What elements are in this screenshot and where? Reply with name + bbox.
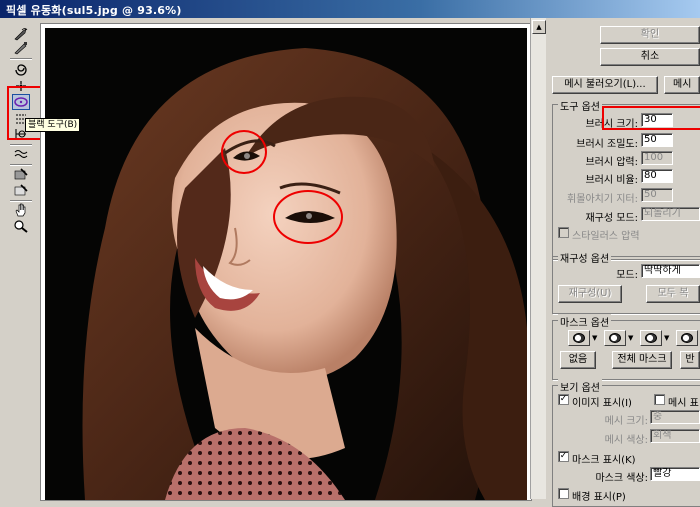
mesh-size-label: 메시 크기:	[604, 416, 648, 427]
turbulence-icon[interactable]	[12, 146, 30, 162]
options-panel: 확인 취소 메시 불러오기(L)... 메시 도구 옵션 브러시 크기: 30 …	[546, 18, 700, 507]
intersect-selection-icon[interactable]	[676, 330, 698, 346]
brush-pressure-field[interactable]: 100	[641, 151, 673, 165]
mask-options-title: 마스크 옵션	[558, 314, 612, 329]
reconstruct-icon[interactable]	[12, 40, 30, 56]
restore-all-button[interactable]: 모두 복	[646, 285, 700, 303]
tool-tooltip: 블랙 도구(B)	[25, 118, 81, 132]
ok-button[interactable]: 확인	[600, 26, 700, 44]
title-bar[interactable]: 픽셀 유동화(sul5.jpg @ 93.6%)	[0, 0, 700, 18]
reconstruct-options-title: 재구성 옵션	[558, 250, 612, 265]
show-backdrop-checkbox[interactable]	[558, 488, 569, 499]
preview-area	[40, 23, 532, 501]
brush-density-field[interactable]: 50	[641, 133, 673, 147]
reconstruct-mode-dropdown[interactable]: 딱딱하게	[641, 264, 700, 278]
mask-all-button[interactable]: 전체 마스크	[612, 351, 672, 369]
reconstruct-mode-label: 재구성 모드:	[585, 213, 638, 224]
hand-icon[interactable]	[12, 202, 30, 218]
brush-rate-field[interactable]: 80	[641, 169, 673, 183]
chevron-down-icon[interactable]: ▼	[592, 334, 597, 342]
window-title: 픽셀 유동화(sul5.jpg @ 93.6%)	[6, 4, 182, 17]
brush-rate-label: 브러시 비율:	[585, 175, 638, 186]
load-mesh-button[interactable]: 메시 불러오기(L)...	[552, 76, 658, 94]
twirl-icon[interactable]	[12, 62, 30, 78]
subtract-from-selection-icon[interactable]	[640, 330, 662, 346]
eye-highlight-circle-left	[221, 130, 267, 174]
replace-selection-icon[interactable]	[568, 330, 590, 346]
mesh-size-select[interactable]: 중	[650, 410, 700, 424]
stylus-pressure-label: 스타일러스 압력	[572, 231, 640, 242]
show-image-checkbox[interactable]: ✓	[558, 394, 569, 405]
show-mesh-label: 메시 표	[668, 398, 699, 409]
mask-color-select[interactable]: 빨강	[650, 467, 700, 481]
tool-options-title: 도구 옵션	[558, 98, 602, 113]
brush-size-highlight-box	[602, 106, 700, 130]
show-mask-checkbox[interactable]: ✓	[558, 451, 569, 462]
show-mask-label: 마스크 표시(K)	[572, 455, 636, 466]
view-options-title: 보기 옵션	[558, 379, 602, 394]
save-mesh-button[interactable]: 메시	[664, 76, 700, 94]
scroll-up-arrow[interactable]: ▲	[532, 20, 546, 34]
mask-color-label: 마스크 색상:	[595, 473, 648, 484]
eye-highlight-circle-right	[273, 190, 343, 244]
chevron-down-icon[interactable]: ▼	[664, 334, 669, 342]
turbulent-jitter-field[interactable]: 50	[641, 188, 673, 202]
mask-none-button[interactable]: 없음	[560, 351, 596, 369]
preview-canvas[interactable]	[45, 28, 527, 500]
mesh-color-select[interactable]: 회색	[650, 429, 700, 443]
reconstruct-mode-label-2: 모드:	[616, 270, 638, 281]
show-backdrop-label: 배경 표시(P)	[572, 492, 626, 503]
add-to-selection-icon[interactable]	[604, 330, 626, 346]
chevron-down-icon[interactable]: ▼	[628, 334, 633, 342]
cancel-button[interactable]: 취소	[600, 48, 700, 66]
thaw-mask-icon[interactable]	[12, 182, 30, 198]
invert-mask-button[interactable]: 반	[680, 351, 700, 369]
show-mesh-checkbox[interactable]	[654, 394, 665, 405]
zoom-icon[interactable]	[12, 218, 30, 234]
brush-density-label: 브러시 조밀도:	[576, 139, 638, 150]
mesh-color-label: 메시 색상:	[604, 435, 648, 446]
portrait-photo	[45, 28, 527, 500]
brush-pressure-label: 브러시 압력:	[585, 157, 638, 168]
vertical-scrollbar[interactable]: ▲	[530, 18, 547, 499]
turbulent-jitter-label: 휘몰아치기 지터:	[567, 194, 638, 205]
reconstruct-button[interactable]: 재구성(U)	[558, 285, 622, 303]
stylus-pressure-checkbox[interactable]	[558, 227, 569, 238]
freeze-mask-icon[interactable]	[12, 166, 30, 182]
mask-options-group	[552, 320, 700, 380]
show-image-label: 이미지 표시(I)	[572, 398, 632, 409]
reconstruct-mode-select[interactable]: 되돌리기	[641, 207, 700, 221]
